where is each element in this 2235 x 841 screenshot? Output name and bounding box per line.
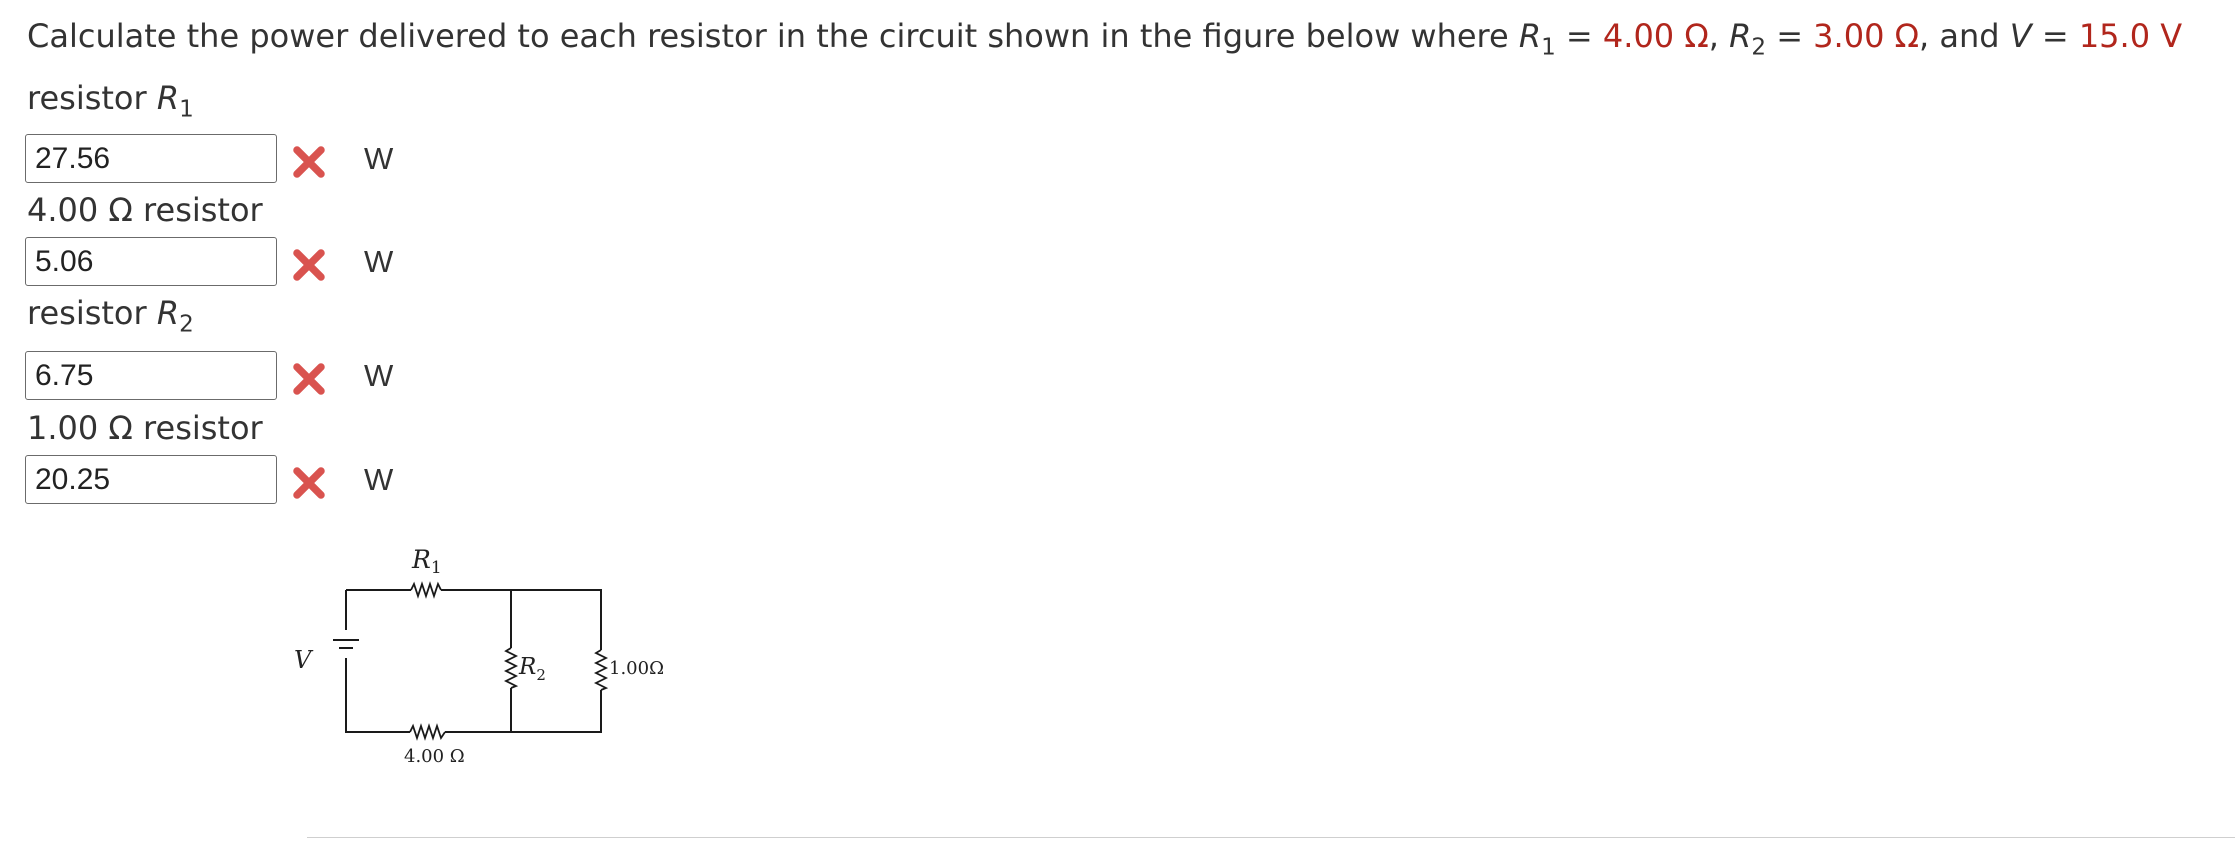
part-label-resistor-r2: resistor R2 bbox=[27, 294, 194, 338]
part-label-resistor-r1: resistor R1 bbox=[27, 79, 194, 123]
label-r2: R2 bbox=[518, 654, 546, 684]
answer-input-resistor-r2[interactable] bbox=[25, 351, 277, 400]
circuit-wires bbox=[345, 589, 602, 733]
unit-label: W bbox=[364, 244, 394, 279]
resistor-1ohm-zigzag bbox=[593, 649, 609, 691]
part-label-4ohm-resistor: 4.00 Ω resistor bbox=[27, 191, 263, 229]
label-4ohm: 4.00 Ω bbox=[404, 746, 465, 767]
question-text: Calculate the power delivered to each re… bbox=[27, 17, 2183, 61]
unit-label: W bbox=[364, 141, 394, 176]
incorrect-x-icon bbox=[293, 363, 325, 395]
resistor-r2-zigzag bbox=[503, 647, 519, 689]
unit-label: W bbox=[364, 358, 394, 393]
label-1ohm: 1.00Ω bbox=[609, 658, 664, 679]
label-r1: R1 bbox=[411, 545, 442, 578]
answer-input-1ohm-resistor[interactable] bbox=[25, 455, 277, 504]
label-v: V bbox=[294, 646, 314, 674]
circuit-diagram: R1 V R2 1.00Ω 4.00 Ω bbox=[294, 545, 664, 767]
part-label-1ohm-resistor: 1.00 Ω resistor bbox=[27, 409, 263, 447]
incorrect-x-icon bbox=[293, 467, 325, 499]
answer-input-4ohm-resistor[interactable] bbox=[25, 237, 277, 286]
resistor-4ohm-zigzag bbox=[409, 723, 446, 741]
incorrect-x-icon bbox=[293, 146, 325, 178]
section-divider bbox=[307, 837, 2235, 838]
resistor-r1-zigzag bbox=[410, 581, 442, 599]
incorrect-x-icon bbox=[293, 249, 325, 281]
battery-symbol bbox=[333, 639, 359, 649]
r1-given-value: 4.00 Ω bbox=[1602, 17, 1709, 55]
unit-label: W bbox=[364, 462, 394, 497]
r2-given-value: 3.00 Ω bbox=[1813, 17, 1920, 55]
voltage-given-value: 15.0 V bbox=[2078, 17, 2183, 55]
answer-input-resistor-r1[interactable] bbox=[25, 134, 277, 183]
